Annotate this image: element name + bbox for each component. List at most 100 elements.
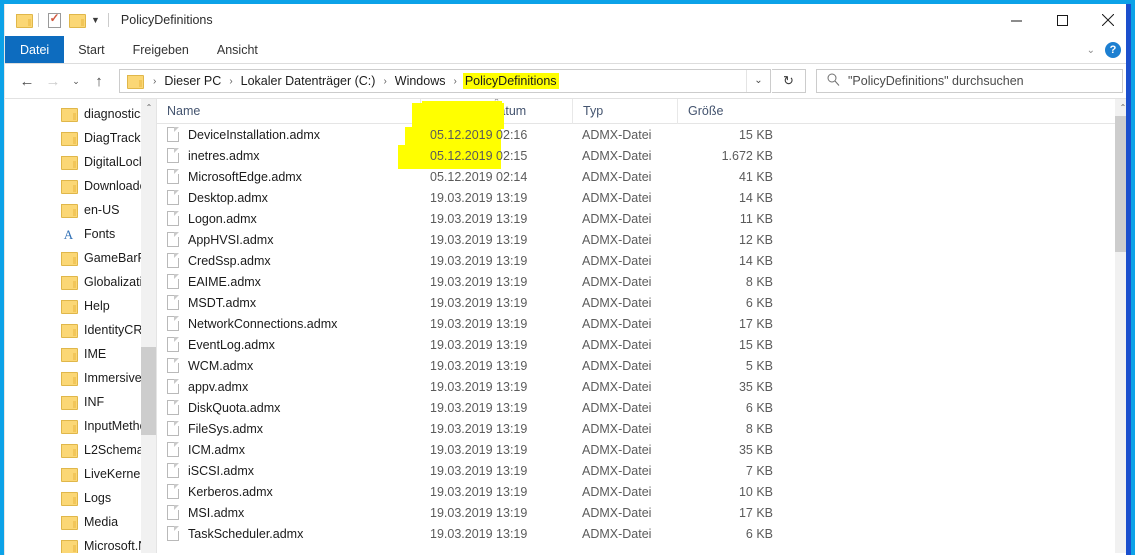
ribbon-right-controls: ⌄ ?: [1087, 36, 1127, 64]
sidebar-item-gamebarpre[interactable]: GameBarPre: [5, 246, 157, 270]
table-row[interactable]: inetres.admx 05.12.2019 02:15 ADMX-Datei 1.…: [157, 145, 1131, 166]
cell-date: 05.12.2019 02:14: [430, 169, 528, 184]
divider: [38, 13, 39, 27]
maximize-icon[interactable]: [1039, 4, 1085, 36]
file-name: DeviceInstallation.admx: [188, 127, 321, 142]
cell-date: 19.03.2019 13:19: [430, 295, 528, 310]
cell-name: ICM.admx: [157, 442, 420, 457]
folder-icon: [61, 204, 78, 218]
up-button[interactable]: ↑: [87, 69, 111, 93]
sidebar-item-identitycrl[interactable]: IdentityCRL: [5, 318, 157, 342]
breadcrumb-item-dieser-pc[interactable]: Dieser PC: [162, 73, 223, 89]
tab-start[interactable]: Start: [64, 36, 118, 63]
breadcrumb-item-lokaler-datentraeger[interactable]: Lokaler Datenträger (C:): [239, 73, 378, 89]
table-row[interactable]: ICM.admx 19.03.2019 13:19 ADMX-Datei 35 KB: [157, 439, 1131, 460]
sidebar-scrollbar[interactable]: ⌃: [141, 99, 157, 553]
cell-size: 6 KB: [745, 400, 773, 415]
column-header-date[interactable]: ⌃ Änderungsdatum: [420, 99, 572, 124]
table-row[interactable]: DiskQuota.admx 19.03.2019 13:19 ADMX-Datei…: [157, 397, 1131, 418]
file-name: NetworkConnections.admx: [188, 316, 338, 331]
column-header-date-label: Änderungsdatum: [431, 103, 527, 118]
folder-icon[interactable]: [12, 9, 34, 31]
table-row[interactable]: NetworkConnections.admx 19.03.2019 13:19 A…: [157, 313, 1131, 334]
chevron-down-icon[interactable]: ▼: [87, 15, 104, 25]
cell-type: ADMX-Datei: [582, 358, 652, 373]
sidebar-item-inf[interactable]: INF: [5, 390, 157, 414]
chevron-down-icon[interactable]: ⌄: [746, 70, 770, 92]
sidebar-item-fonts[interactable]: A Fonts: [5, 222, 157, 246]
sidebar-item-diagnostics[interactable]: diagnostics: [5, 102, 157, 126]
search-input[interactable]: "PolicyDefinitions" durchsuchen: [816, 69, 1123, 93]
cell-type: ADMX-Datei: [582, 169, 652, 184]
close-icon[interactable]: [1085, 4, 1131, 36]
sidebar-item-media[interactable]: Media: [5, 510, 157, 534]
document-icon: [167, 484, 179, 499]
cell-date: 19.03.2019 13:19: [430, 316, 528, 331]
cell-size: 1.672 KB: [721, 148, 773, 163]
table-row[interactable]: FileSys.admx 19.03.2019 13:19 ADMX-Datei 8 …: [157, 418, 1131, 439]
document-icon: [167, 148, 179, 163]
folder-icon: [61, 420, 78, 434]
sidebar-item-livekernelr[interactable]: LiveKernelR: [5, 462, 157, 486]
table-row[interactable]: Desktop.admx 19.03.2019 13:19 ADMX-Datei 14…: [157, 187, 1131, 208]
cell-size: 6 KB: [745, 526, 773, 541]
breadcrumb-item-windows[interactable]: Windows: [393, 73, 448, 89]
sidebar-item-diagtrack[interactable]: DiagTrack: [5, 126, 157, 150]
new-folder-icon[interactable]: [65, 9, 87, 31]
sidebar-item-microsoft-n[interactable]: Microsoft.N: [5, 534, 157, 553]
chevron-down-icon[interactable]: ⌄: [1087, 45, 1095, 56]
sidebar-item-inputmetho[interactable]: InputMetho: [5, 414, 157, 438]
sidebar-item-downloade[interactable]: Downloade: [5, 174, 157, 198]
sidebar-item-digitallocke[interactable]: DigitalLocke: [5, 150, 157, 174]
table-row[interactable]: AppHVSI.admx 19.03.2019 13:19 ADMX-Datei 12…: [157, 229, 1131, 250]
breadcrumb[interactable]: › Dieser PC › Lokaler Datenträger (C:) ›…: [119, 69, 771, 93]
table-row[interactable]: DeviceInstallation.admx 05.12.2019 02:16 A…: [157, 124, 1131, 145]
folder-tree: diagnostics DiagTrack DigitalLocke Download…: [5, 99, 157, 553]
table-row[interactable]: MSDT.admx 19.03.2019 13:19 ADMX-Datei 6 KB: [157, 292, 1131, 313]
tab-freigeben[interactable]: Freigeben: [119, 36, 203, 63]
table-row[interactable]: TaskScheduler.admx 19.03.2019 13:19 ADMX-D…: [157, 523, 1131, 544]
sidebar-item-help[interactable]: Help: [5, 294, 157, 318]
column-header-type[interactable]: Typ: [572, 99, 677, 124]
sidebar-scrollbar-thumb[interactable]: [141, 347, 157, 435]
table-row[interactable]: appv.admx 19.03.2019 13:19 ADMX-Datei 35 KB: [157, 376, 1131, 397]
document-icon: [167, 358, 179, 373]
help-button[interactable]: ?: [1105, 42, 1121, 58]
table-row[interactable]: EventLog.admx 19.03.2019 13:19 ADMX-Datei 1…: [157, 334, 1131, 355]
table-row[interactable]: WCM.admx 19.03.2019 13:19 ADMX-Datei 5 KB: [157, 355, 1131, 376]
recent-locations-button[interactable]: ⌄: [67, 69, 85, 93]
table-row[interactable]: Logon.admx 19.03.2019 13:19 ADMX-Datei 11 K…: [157, 208, 1131, 229]
tab-datei[interactable]: Datei: [5, 36, 65, 63]
sidebar-item-en-us[interactable]: en-US: [5, 198, 157, 222]
sidebar-item-logs[interactable]: Logs: [5, 486, 157, 510]
tab-ansicht[interactable]: Ansicht: [203, 36, 272, 63]
table-row[interactable]: MicrosoftEdge.admx 05.12.2019 02:14 ADMX-D…: [157, 166, 1131, 187]
sidebar-item-ime[interactable]: IME: [5, 342, 157, 366]
table-row[interactable]: MSI.admx 19.03.2019 13:19 ADMX-Datei 17 KB: [157, 502, 1131, 523]
file-name: WCM.admx: [188, 358, 254, 373]
table-row[interactable]: iSCSI.admx 19.03.2019 13:19 ADMX-Datei 7 KB: [157, 460, 1131, 481]
sidebar-item-l2schemas[interactable]: L2Schemas: [5, 438, 157, 462]
folder-icon: [61, 468, 78, 482]
column-header-name[interactable]: Name: [157, 99, 420, 124]
minimize-icon[interactable]: [993, 4, 1039, 36]
folder-icon: [61, 396, 78, 410]
table-row[interactable]: CredSsp.admx 19.03.2019 13:19 ADMX-Datei 14…: [157, 250, 1131, 271]
sidebar-item-immersivec[interactable]: ImmersiveC: [5, 366, 157, 390]
chevron-up-icon[interactable]: ⌃: [141, 99, 157, 116]
refresh-button[interactable]: ↻: [772, 69, 806, 93]
table-row[interactable]: Kerberos.admx 19.03.2019 13:19 ADMX-Datei 1…: [157, 481, 1131, 502]
folder-icon: [61, 516, 78, 530]
column-header-size[interactable]: Größe: [677, 99, 797, 124]
breadcrumb-item-policydefinitions[interactable]: PolicyDefinitions: [462, 73, 559, 89]
quick-access-toolbar: ▼: [5, 9, 113, 31]
cell-type: ADMX-Datei: [582, 505, 652, 520]
cell-size: 5 KB: [745, 358, 773, 373]
forward-button[interactable]: →: [41, 69, 65, 93]
properties-checkbox-icon[interactable]: [43, 9, 65, 31]
cell-size: 35 KB: [738, 442, 773, 457]
back-button[interactable]: ←: [15, 69, 39, 93]
cell-name: appv.admx: [157, 379, 420, 394]
table-row[interactable]: EAIME.admx 19.03.2019 13:19 ADMX-Datei 8 KB: [157, 271, 1131, 292]
sidebar-item-globalizatio[interactable]: Globalizatio: [5, 270, 157, 294]
